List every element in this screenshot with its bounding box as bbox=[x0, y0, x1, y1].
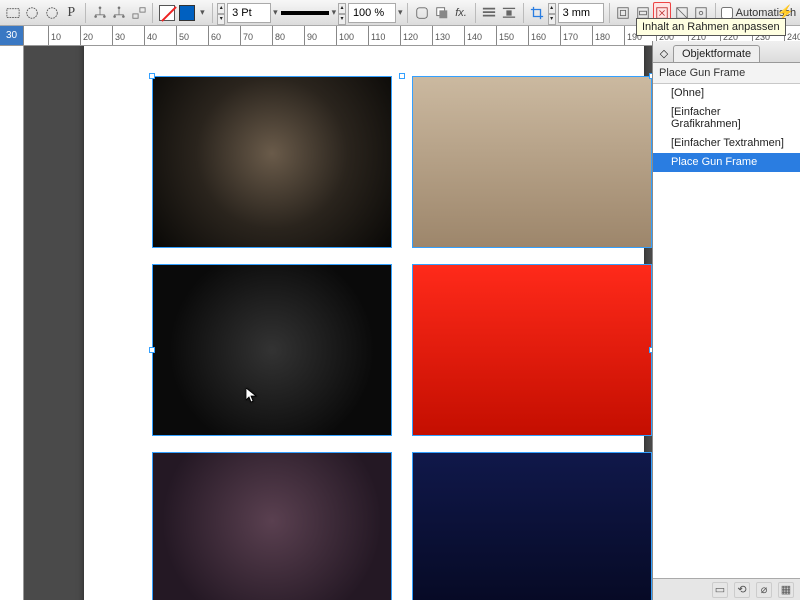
clear-override-icon[interactable]: ⟲ bbox=[734, 582, 750, 598]
ruler-tick: 110 bbox=[368, 26, 385, 45]
wrap-around-icon[interactable] bbox=[500, 2, 518, 24]
effects-icon[interactable]: fx. bbox=[452, 2, 470, 24]
panel-header: Place Gun Frame bbox=[653, 63, 800, 84]
separator bbox=[407, 3, 408, 23]
zoom-input[interactable] bbox=[348, 3, 396, 23]
drop-shadow-icon[interactable] bbox=[433, 2, 451, 24]
clear-icon[interactable]: ⌀ bbox=[756, 582, 772, 598]
panel-footer: ▭ ⟲ ⌀ ▦ bbox=[653, 578, 800, 600]
separator bbox=[475, 3, 476, 23]
image-frame[interactable] bbox=[152, 264, 392, 436]
document-page[interactable] bbox=[84, 46, 644, 600]
ruler-tick: 160 bbox=[528, 26, 546, 45]
ruler-tick: 30 bbox=[112, 26, 125, 45]
fill-swatch[interactable] bbox=[178, 2, 196, 24]
selection-handle[interactable] bbox=[399, 73, 405, 79]
selection-handle[interactable] bbox=[149, 347, 155, 353]
gap-stepper[interactable]: ▴▾ bbox=[548, 3, 556, 23]
fit-frame-icon[interactable] bbox=[614, 2, 632, 24]
hierarchy2-icon[interactable] bbox=[110, 2, 128, 24]
ruler-tick: 140 bbox=[464, 26, 482, 45]
ruler-tick: 80 bbox=[272, 26, 285, 45]
selection-handle[interactable] bbox=[149, 73, 155, 79]
panel-tab-row: ◇ Objektformate bbox=[653, 41, 800, 63]
corner-options-icon[interactable] bbox=[413, 2, 431, 24]
panel-tab-objektformate[interactable]: Objektformate bbox=[673, 45, 760, 62]
object-style-item[interactable]: [Einfacher Textrahmen] bbox=[653, 134, 800, 153]
object-style-item[interactable]: Place Gun Frame bbox=[653, 153, 800, 172]
wrap-none-icon[interactable] bbox=[481, 2, 499, 24]
hierarchy1-icon[interactable] bbox=[91, 2, 109, 24]
placed-image bbox=[413, 265, 651, 435]
placed-image bbox=[153, 77, 391, 247]
crop-icon[interactable] bbox=[528, 2, 546, 24]
ruler-tick: 60 bbox=[208, 26, 221, 45]
object-style-item[interactable]: [Einfacher Grafikrahmen] bbox=[653, 103, 800, 134]
weight-stepper[interactable]: ▴▾ bbox=[217, 3, 225, 23]
dashed-circle2-icon[interactable] bbox=[43, 2, 61, 24]
folder-icon[interactable]: ▭ bbox=[712, 582, 728, 598]
dashed-circle-icon[interactable] bbox=[24, 2, 42, 24]
placed-image bbox=[413, 77, 651, 247]
ruler-tick: 40 bbox=[144, 26, 157, 45]
ruler-tick: 20 bbox=[80, 26, 93, 45]
ruler-tick: 70 bbox=[240, 26, 253, 45]
separator bbox=[152, 3, 153, 23]
placed-image bbox=[413, 453, 651, 600]
image-frame[interactable] bbox=[152, 452, 392, 600]
stroke-swatch[interactable] bbox=[158, 2, 176, 24]
panel-collapse-icon[interactable]: ◇ bbox=[657, 44, 671, 62]
ruler-tick: 180 bbox=[592, 26, 610, 45]
ruler-tick: 100 bbox=[336, 26, 354, 45]
ruler-tick: 170 bbox=[560, 26, 578, 45]
object-style-item[interactable]: [Ohne] bbox=[653, 84, 800, 103]
ruler-tick: 130 bbox=[432, 26, 450, 45]
image-frame[interactable] bbox=[412, 452, 652, 600]
tooltip: Inhalt an Rahmen anpassen bbox=[636, 18, 786, 36]
ruler-tick: 50 bbox=[176, 26, 189, 45]
zoom-stepper[interactable]: ▴▾ bbox=[338, 3, 346, 23]
new-style-icon[interactable]: ▦ bbox=[778, 582, 794, 598]
image-frame[interactable] bbox=[412, 76, 652, 248]
paragraph-icon[interactable]: P bbox=[63, 2, 81, 24]
dropdown-arrow-icon[interactable]: ▾ bbox=[398, 7, 403, 18]
dropdown-arrow-icon[interactable]: ▾ bbox=[332, 7, 337, 18]
ruler-tick: 150 bbox=[496, 26, 514, 45]
gap-input[interactable] bbox=[558, 3, 604, 23]
dashed-rect-icon[interactable] bbox=[4, 2, 22, 24]
placed-image bbox=[153, 453, 391, 600]
separator bbox=[609, 3, 610, 23]
image-frame[interactable] bbox=[152, 76, 392, 248]
dropdown-arrow-icon[interactable]: ▾ bbox=[273, 7, 278, 18]
image-frame[interactable] bbox=[412, 264, 652, 436]
vertical-ruler[interactable] bbox=[0, 46, 24, 600]
separator bbox=[212, 3, 213, 23]
ruler-tick: 120 bbox=[400, 26, 418, 45]
ungroup-icon[interactable] bbox=[130, 2, 148, 24]
dropdown-arrow-icon[interactable]: ▾ bbox=[200, 7, 205, 18]
object-styles-panel: ◇ Objektformate Place Gun Frame [Ohne][E… bbox=[652, 41, 800, 600]
separator bbox=[85, 3, 86, 23]
ruler-tick: 90 bbox=[304, 26, 317, 45]
stroke-weight-input[interactable] bbox=[227, 3, 271, 23]
placed-image bbox=[153, 265, 391, 435]
object-style-list: [Ohne][Einfacher Grafikrahmen][Einfacher… bbox=[653, 84, 800, 578]
ruler-origin-tab[interactable]: 30 bbox=[0, 26, 24, 45]
stroke-style-dropdown[interactable] bbox=[280, 2, 330, 24]
separator bbox=[523, 3, 524, 23]
ruler-tick: 10 bbox=[48, 26, 61, 45]
